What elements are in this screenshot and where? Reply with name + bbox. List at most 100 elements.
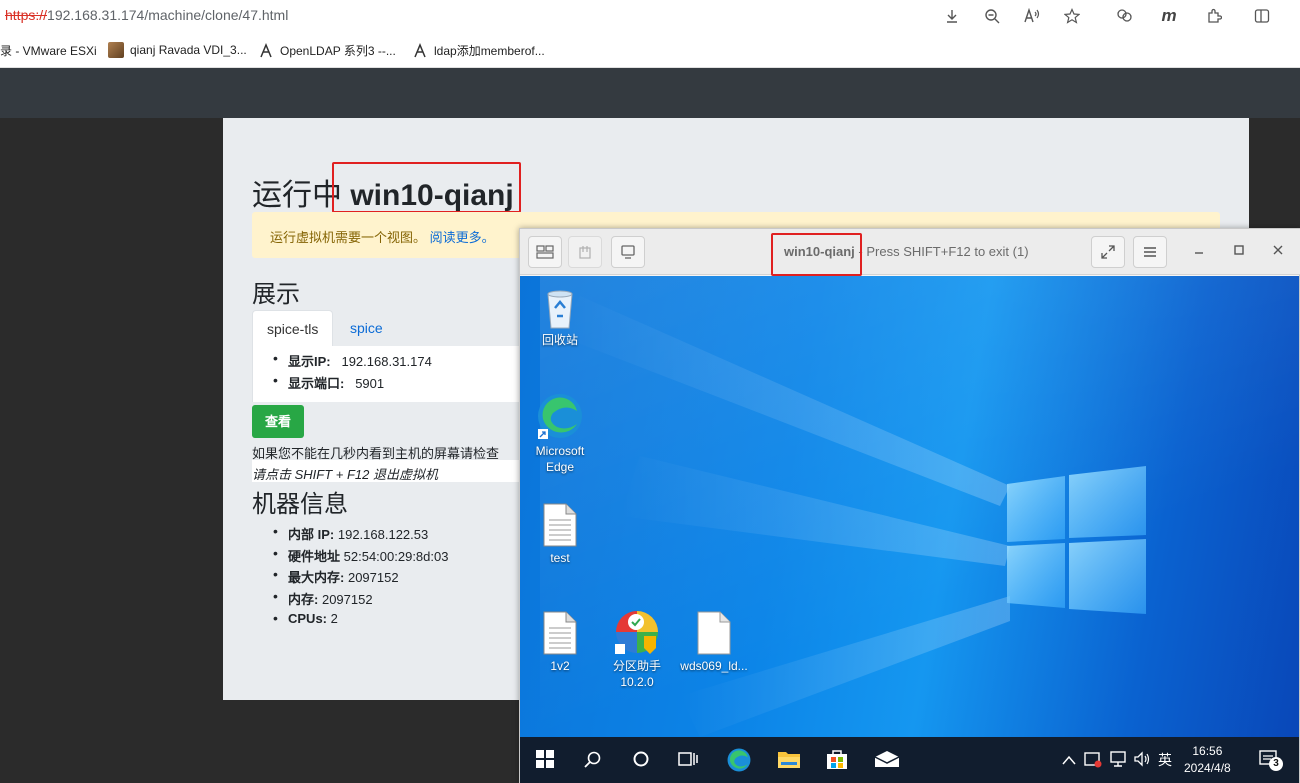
read-aloud-icon[interactable] (1020, 5, 1044, 27)
read-more-link[interactable]: 阅读更多。 (430, 230, 495, 245)
display-ip-item: 显示IP: 192.168.31.174 (273, 350, 432, 370)
taskbar-mail[interactable] (874, 750, 900, 773)
task-view-button[interactable] (678, 750, 698, 773)
alert-message: 运行虚拟机需要一个视图。 (270, 230, 427, 245)
m-extension-icon[interactable]: m (1157, 5, 1181, 27)
close-button[interactable] (1273, 242, 1283, 258)
tray-app-icon (1084, 752, 1102, 768)
viewer-display-button[interactable] (611, 236, 645, 268)
machine-info-heading: 机器信息 (252, 491, 348, 518)
ldap-favicon-icon (414, 42, 426, 57)
minimize-icon (1195, 252, 1203, 254)
bookmark-vmware-esxi[interactable]: 录 - VMware ESXi (0, 42, 97, 59)
monitor-icon (621, 245, 635, 259)
show-hidden-icons-button[interactable] (1062, 752, 1076, 770)
display-heading: 展示 (252, 281, 300, 308)
tab-spice-tls[interactable]: spice-tls (252, 310, 334, 347)
bookmarks-bar: 录 - VMware ESXi qianj Ravada VDI_3... Op… (0, 33, 1300, 68)
bookmark-label: ldap添加memberof... (434, 44, 545, 58)
desktop-icon-wds069[interactable]: wds069_ld... (674, 610, 754, 674)
info-label: CPUs: (288, 611, 328, 626)
desktop-icon-edge[interactable]: Microsoft Edge (520, 391, 600, 475)
tab-spice[interactable]: spice (336, 310, 397, 347)
viewer-usb-button[interactable] (568, 236, 602, 268)
chevron-up-icon (1062, 755, 1076, 765)
windows-desktop[interactable]: 回收站 Microsoft Edge test 1v2 分区助手 10.2.0 … (520, 276, 1299, 737)
desktop-icon-recycle-bin[interactable]: 回收站 (520, 286, 600, 348)
minimize-button[interactable] (1194, 241, 1204, 258)
split-screen-icon[interactable] (1250, 5, 1274, 27)
partition-assistant-icon (615, 611, 658, 654)
layout-icon (536, 245, 554, 259)
text-file-icon (543, 503, 577, 547)
recycle-bin-icon (547, 290, 573, 329)
viewer-fullscreen-button[interactable] (1091, 236, 1125, 268)
zoom-icon[interactable] (980, 5, 1004, 27)
viewer-titlebar: win10-qianj - Press SHIFT+F12 to exit (1… (520, 229, 1300, 276)
maximize-icon (1234, 245, 1244, 255)
collections-icon[interactable] (1113, 5, 1137, 27)
info-value: 192.168.122.53 (337, 527, 429, 542)
cortana-button[interactable] (632, 750, 650, 773)
desktop-icon-test[interactable]: test (520, 502, 600, 566)
view-button[interactable]: 查看 (252, 405, 304, 438)
info-value: 2097152 (321, 592, 373, 607)
viewer-layout-button[interactable] (528, 236, 562, 268)
machine-info-item: 内存: 2097152 (273, 588, 373, 608)
ravada-favicon-icon (108, 42, 124, 58)
taskbar-file-explorer[interactable] (777, 748, 801, 775)
desktop-icon-1v2[interactable]: 1v2 (520, 610, 600, 674)
maximize-button[interactable] (1234, 242, 1244, 258)
tray-app-button[interactable] (1084, 750, 1102, 773)
download-icon[interactable] (940, 5, 964, 27)
clock-time: 16:56 (1192, 744, 1223, 758)
url-field[interactable]: https://192.168.31.174/machine/clone/47.… (5, 7, 288, 23)
viewer-title-rest: - Press SHIFT+F12 to exit (1) (854, 244, 1029, 259)
display-tabs: spice-tls spice (252, 310, 522, 347)
desktop-icon-partition-assistant[interactable]: 分区助手 10.2.0 (597, 610, 677, 690)
cortana-circle-icon (633, 751, 649, 767)
info-label: 内存: (288, 592, 319, 607)
windows-start-icon (536, 750, 554, 768)
start-button[interactable] (536, 750, 554, 773)
taskbar-store[interactable] (825, 748, 849, 775)
display-port-value: 5901 (355, 376, 385, 391)
edge-icon (538, 394, 582, 439)
search-button[interactable] (584, 750, 602, 773)
taskbar-clock[interactable]: 16:56 2024/4/8 (1184, 743, 1231, 777)
info-label: 硬件地址 (288, 549, 341, 564)
viewer-menu-button[interactable] (1133, 236, 1167, 268)
notification-center-button[interactable]: 3 (1259, 749, 1283, 776)
text-file-icon (543, 611, 577, 655)
browser-address-bar: https://192.168.31.174/machine/clone/47.… (0, 0, 1300, 33)
desktop-icon-label: test (550, 551, 570, 565)
info-value: 2097152 (347, 570, 399, 585)
bookmark-openldap[interactable]: OpenLDAP 系列3 --... (258, 42, 396, 59)
bookmark-label: 录 - VMware ESXi (0, 44, 97, 58)
machine-info-item: 最大内存: 2097152 (273, 566, 399, 586)
close-icon (1273, 245, 1283, 255)
url-path: 192.168.31.174/machine/clone/47.html (47, 7, 289, 23)
site-navbar (0, 68, 1300, 118)
display-ip-value: 192.168.31.174 (341, 354, 432, 369)
input-language-indicator[interactable]: 英 (1158, 750, 1172, 770)
machine-info-item: 内部 IP: 192.168.122.53 (273, 523, 429, 543)
desktop-icon-label: 回收站 (541, 333, 578, 347)
taskbar-edge[interactable] (726, 747, 752, 778)
desktop-icon-label: 1v2 (550, 659, 570, 673)
network-button[interactable] (1109, 750, 1127, 773)
bookmark-label: qianj Ravada VDI_3... (130, 43, 247, 57)
bookmark-ravada[interactable]: qianj Ravada VDI_3... (108, 42, 247, 58)
info-value: 52:54:00:29:8d:03 (343, 549, 449, 564)
desktop-icon-label: wds069_ld... (680, 659, 748, 673)
extensions-icon[interactable] (1202, 5, 1226, 27)
info-value: 2 (330, 611, 338, 626)
windows-taskbar: 英 16:56 2024/4/8 3 (520, 737, 1299, 783)
search-icon (584, 751, 601, 768)
bookmark-ldap-memberof[interactable]: ldap添加memberof... (412, 42, 545, 59)
desktop-icon-label: Microsoft Edge (535, 444, 585, 474)
volume-button[interactable] (1133, 750, 1151, 773)
display-port-item: 显示端口: 5901 (273, 372, 385, 392)
favorite-star-icon[interactable] (1060, 5, 1084, 27)
exit-hint: 请点击 SHIFT + F12 退出虚拟机 (252, 467, 438, 482)
